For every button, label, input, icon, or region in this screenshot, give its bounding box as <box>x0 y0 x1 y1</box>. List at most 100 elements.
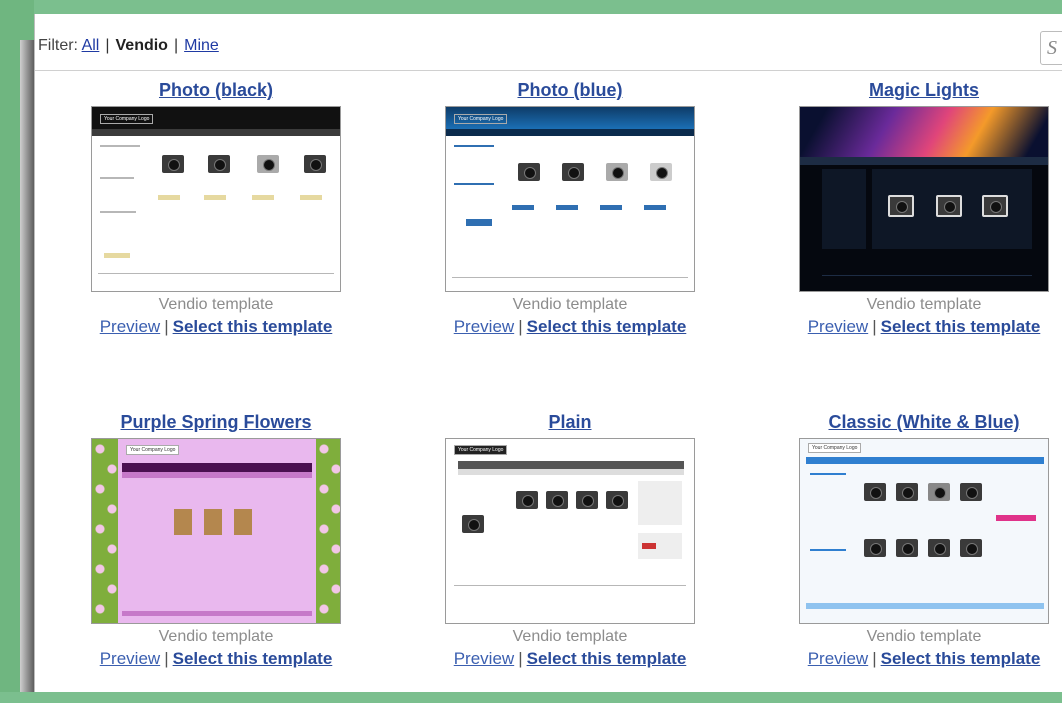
thumb-product-image <box>162 155 184 173</box>
thumb-cart-button <box>996 515 1036 521</box>
thumb-footer <box>806 603 1044 609</box>
thumb-nav <box>800 157 1048 165</box>
select-template-link[interactable]: Select this template <box>881 649 1041 668</box>
template-actions: Preview | Select this template <box>440 317 700 337</box>
template-caption: Vendio template <box>512 628 628 645</box>
thumb-sidebar-line <box>454 183 494 185</box>
thumb-logo: Your Company Logo <box>454 445 508 455</box>
thumb-product-image <box>562 163 584 181</box>
template-thumbnail[interactable]: Your Company Logo <box>799 438 1049 624</box>
thumb-nav <box>806 457 1044 464</box>
thumb-product-image <box>516 491 538 509</box>
action-separator: | <box>872 317 877 336</box>
thumb-logo: Your Company Logo <box>100 114 154 124</box>
template-gallery-panel: Filter: All | Vendio | Mine S Photo (black) … <box>34 14 1062 692</box>
thumb-sidebar <box>638 481 682 525</box>
search-input[interactable]: S <box>1040 31 1062 65</box>
thumb-product-image <box>960 539 982 557</box>
template-actions: Preview | Select this template <box>86 649 346 669</box>
thumb-product-image <box>174 509 192 535</box>
thumb-product-image <box>864 483 886 501</box>
select-template-link[interactable]: Select this template <box>173 649 333 668</box>
filter-all-link[interactable]: All <box>82 37 100 54</box>
template-caption: Vendio template <box>158 628 274 645</box>
thumb-product-image <box>576 491 598 509</box>
frame-top-border <box>0 0 1062 14</box>
thumb-sidebar <box>822 169 866 249</box>
preview-link[interactable]: Preview <box>808 317 868 336</box>
preview-link[interactable]: Preview <box>454 649 514 668</box>
thumb-product-image <box>864 539 886 557</box>
thumb-button <box>158 195 180 200</box>
template-thumbnail[interactable]: Your Company Logo <box>91 106 341 292</box>
filter-mine-link[interactable]: Mine <box>184 37 219 54</box>
template-title-link[interactable]: Plain <box>440 412 700 433</box>
template-caption: Vendio template <box>158 296 274 313</box>
thumb-nav <box>446 129 694 136</box>
preview-link[interactable]: Preview <box>100 649 160 668</box>
select-template-link[interactable]: Select this template <box>527 317 687 336</box>
template-actions: Preview | Select this template <box>794 317 1054 337</box>
template-card-plain: Plain Your Company Logo Vendio template … <box>440 412 700 669</box>
thumb-sidebar-line <box>810 473 846 475</box>
filter-separator: | <box>105 37 110 54</box>
thumb-nav <box>458 461 684 469</box>
thumb-logo: Your Company Logo <box>454 114 508 124</box>
template-title-link[interactable]: Purple Spring Flowers <box>86 412 346 433</box>
thumb-button <box>252 195 274 200</box>
template-thumbnail[interactable] <box>799 106 1049 292</box>
thumb-button <box>300 195 322 200</box>
thumb-product-image <box>204 509 222 535</box>
thumb-subnav <box>458 469 684 475</box>
thumb-product-image <box>896 483 918 501</box>
template-caption: Vendio template <box>512 296 628 313</box>
action-separator: | <box>164 649 169 668</box>
action-separator: | <box>518 649 523 668</box>
thumb-footer <box>122 611 312 616</box>
template-title-link[interactable]: Photo (black) <box>86 80 346 101</box>
thumb-footer-line <box>822 275 1032 276</box>
filter-row: Filter: All | Vendio | Mine <box>38 37 219 55</box>
template-thumbnail[interactable]: Your Company Logo <box>445 438 695 624</box>
preview-link[interactable]: Preview <box>100 317 160 336</box>
thumb-cart-badge <box>642 543 656 549</box>
template-thumbnail[interactable]: Your Company Logo <box>445 106 695 292</box>
filter-label: Filter: <box>38 37 78 54</box>
thumb-subnav <box>122 472 312 478</box>
thumb-checkout-button <box>466 219 492 226</box>
filter-bar: Filter: All | Vendio | Mine S <box>35 14 1062 71</box>
template-thumbnail[interactable]: Your Company Logo <box>91 438 341 624</box>
thumb-product-image <box>982 195 1008 217</box>
action-separator: | <box>164 317 169 336</box>
thumb-checkout-button <box>104 253 130 258</box>
thumb-product-image <box>546 491 568 509</box>
frame-shadow <box>20 40 34 700</box>
thumb-product-image <box>257 155 279 173</box>
template-title-link[interactable]: Photo (blue) <box>440 80 700 101</box>
thumb-sidebar-line <box>100 211 136 213</box>
template-card-classic-white-blue: Classic (White & Blue) Your Company Logo… <box>794 412 1054 669</box>
template-actions: Preview | Select this template <box>86 317 346 337</box>
preview-link[interactable]: Preview <box>454 317 514 336</box>
select-template-link[interactable]: Select this template <box>173 317 333 336</box>
thumb-footer-line <box>98 273 334 274</box>
template-title-link[interactable]: Magic Lights <box>794 80 1054 101</box>
thumb-product-image <box>960 483 982 501</box>
template-title-link[interactable]: Classic (White & Blue) <box>794 412 1054 433</box>
select-template-link[interactable]: Select this template <box>881 317 1041 336</box>
filter-vendio-active: Vendio <box>115 37 168 54</box>
thumb-product-image <box>896 539 918 557</box>
thumb-sidebar-line <box>100 145 140 147</box>
preview-link[interactable]: Preview <box>808 649 868 668</box>
template-card-photo-blue: Photo (blue) Your Company Logo Vendio te… <box>440 80 700 337</box>
frame-bottom-border <box>0 692 1062 703</box>
action-separator: | <box>518 317 523 336</box>
action-separator: | <box>872 649 877 668</box>
thumb-product-image <box>936 195 962 217</box>
thumb-product-image <box>928 539 950 557</box>
thumb-product-image <box>888 195 914 217</box>
select-template-link[interactable]: Select this template <box>527 649 687 668</box>
thumb-product-image <box>518 163 540 181</box>
template-card-photo-black: Photo (black) Your Company Logo Vendio t… <box>86 80 346 337</box>
thumb-product-image <box>208 155 230 173</box>
